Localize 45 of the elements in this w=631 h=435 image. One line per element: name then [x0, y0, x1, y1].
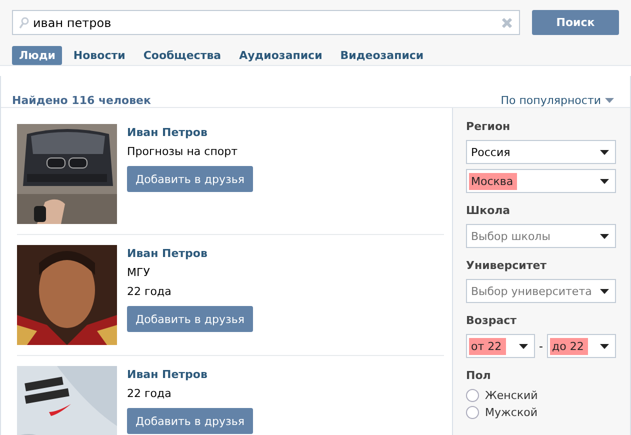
dropdown[interactable]: Москва: [466, 169, 616, 193]
tab[interactable]: Новости: [66, 46, 132, 65]
filter-label: Университет: [466, 259, 548, 272]
caret-icon: [605, 98, 614, 102]
search-icon: [19, 16, 29, 28]
radio-label: Мужской: [485, 406, 538, 419]
caret-icon: [600, 234, 609, 238]
dropdown[interactable]: Россия: [466, 140, 616, 164]
dropdown[interactable]: Выбор университета: [466, 279, 616, 303]
add-friend-button[interactable]: Добавить в друзья: [127, 408, 253, 434]
filter-label: Регион: [466, 120, 512, 133]
search-field[interactable]: иван петров: [12, 10, 520, 35]
results-count: Найдено 116 человек: [12, 94, 151, 106]
sort-dropdown[interactable]: По популярности: [500, 94, 614, 106]
person-detail: МГУ: [127, 266, 150, 279]
person-detail: 22 года: [127, 387, 172, 400]
filter-label: Школа: [466, 204, 512, 217]
radio-button[interactable]: [466, 406, 480, 419]
dropdown[interactable]: от 22: [466, 334, 536, 358]
radio-label: Женский: [485, 389, 538, 402]
person-detail: 22 года: [127, 285, 172, 298]
caret-icon: [600, 344, 609, 348]
person-name[interactable]: Иван Петров: [127, 368, 208, 381]
search-button[interactable]: Поиск: [532, 10, 619, 35]
person-name[interactable]: Иван Петров: [127, 126, 208, 139]
clear-icon[interactable]: [501, 16, 513, 28]
caret-icon: [519, 344, 528, 348]
caret-icon: [600, 288, 609, 294]
tab[interactable]: Сообщества: [136, 46, 228, 65]
range-separator: -: [538, 340, 544, 352]
add-friend-button[interactable]: Добавить в друзья: [127, 166, 253, 192]
radio-button[interactable]: [466, 389, 480, 402]
tab[interactable]: Видеозаписи: [333, 46, 431, 65]
person-detail: Прогнозы на спорт: [127, 145, 238, 158]
dropdown[interactable]: до 22: [547, 334, 616, 358]
filter-label: Пол: [466, 369, 492, 382]
dropdown[interactable]: Выбор школы: [466, 224, 616, 248]
search-text: иван петров: [33, 16, 112, 30]
tab[interactable]: Аудиозаписи: [232, 46, 330, 65]
filter-label: Возраст: [466, 314, 518, 327]
person-name[interactable]: Иван Петров: [127, 247, 208, 260]
add-friend-button[interactable]: Добавить в друзья: [127, 306, 253, 332]
caret-icon: [600, 178, 609, 184]
caret-icon: [600, 150, 609, 154]
tab[interactable]: Люди: [12, 46, 62, 65]
